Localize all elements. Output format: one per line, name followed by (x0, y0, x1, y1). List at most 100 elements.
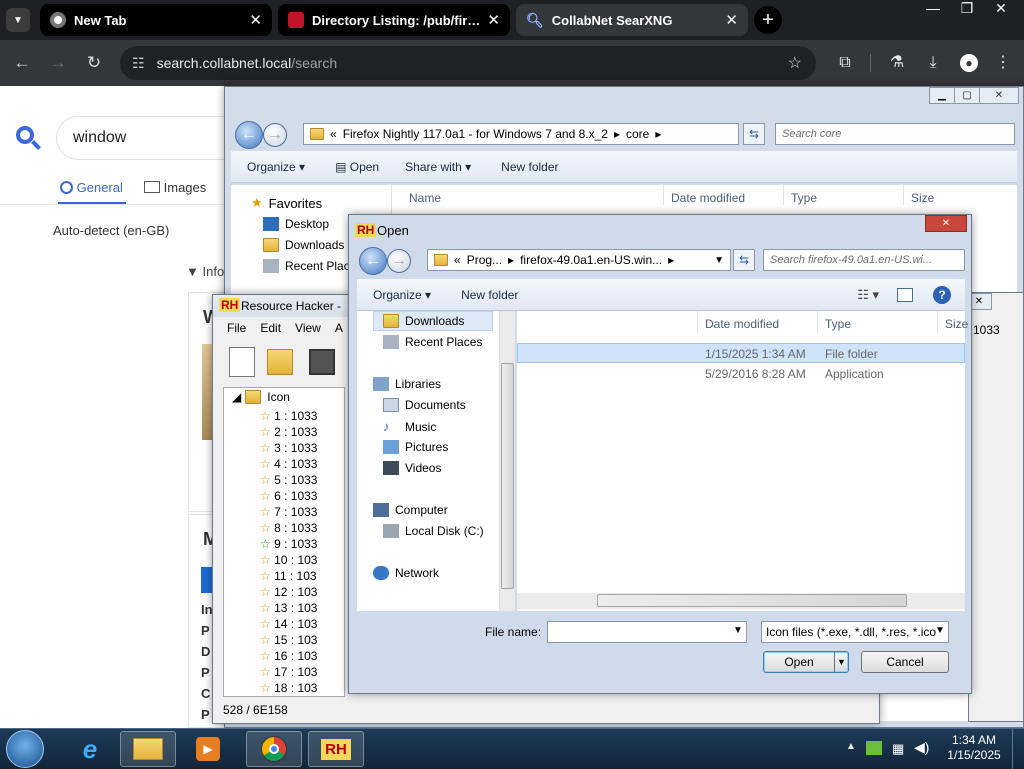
explorer-search-input[interactable]: Search core (775, 123, 1015, 145)
column-header-size[interactable]: Size (945, 317, 968, 331)
breadcrumb-item[interactable]: core (626, 127, 649, 141)
tab-new-tab[interactable]: New Tab ✕ (40, 4, 272, 36)
maximize-icon[interactable]: ❐ (950, 0, 984, 18)
file-name-input[interactable] (547, 621, 747, 643)
chevron-down-icon[interactable]: ▼ (935, 625, 945, 636)
person-icon[interactable]: ● (958, 52, 980, 74)
column-header-type[interactable]: Type (791, 191, 817, 205)
menu-file[interactable]: File (227, 321, 246, 335)
kebab-icon[interactable]: ⋮ (992, 52, 1014, 74)
breadcrumb-item[interactable]: Prog... (467, 253, 502, 267)
tree-item[interactable]: ☆ 8 : 1033 (260, 520, 317, 536)
open-folder-icon[interactable] (267, 347, 295, 377)
nav-downloads[interactable]: Downloads (383, 314, 464, 328)
dialog-address-bar[interactable]: « Prog... ▸ firefox-49.0a1.en-US.win... … (427, 249, 731, 271)
file-list-hscrollbar[interactable] (517, 593, 965, 609)
file-explorer-icon[interactable] (120, 731, 176, 767)
chevron-down-icon[interactable]: ▼ (733, 625, 743, 636)
nav-videos[interactable]: Videos (383, 461, 441, 475)
tab-images[interactable]: Images (144, 180, 206, 195)
back-button[interactable]: ← (359, 247, 387, 275)
menu-view[interactable]: View (295, 321, 321, 335)
column-header-date[interactable]: Date modified (671, 191, 745, 205)
tree-item[interactable]: ☆ 1 : 1033 (260, 408, 317, 424)
forward-button[interactable]: → (387, 249, 411, 273)
nav-recent-places[interactable]: Recent Places (383, 335, 482, 349)
tree-item[interactable]: ☆ 5 : 1033 (260, 472, 317, 488)
column-header-name[interactable]: Name (409, 191, 441, 205)
save-icon[interactable] (309, 349, 335, 375)
tree-item[interactable]: ☆ 4 : 1033 (260, 456, 317, 472)
download-icon[interactable]: ⤓ (922, 52, 944, 74)
info-toggle[interactable]: ▼ Info (186, 264, 224, 279)
menu-more[interactable]: A (335, 321, 343, 335)
nav-pictures[interactable]: Pictures (383, 440, 448, 454)
close-icon[interactable]: ✕ (725, 11, 738, 29)
minimize-icon[interactable]: ▁ (929, 87, 955, 104)
back-button[interactable]: ← (235, 121, 263, 149)
reload-icon[interactable]: ↻ (84, 53, 104, 73)
tree-item[interactable]: ☆ 15 : 103 (260, 632, 317, 648)
search-icon[interactable] (16, 126, 42, 152)
start-orb-icon[interactable] (6, 730, 44, 768)
network-icon[interactable]: ▦ (892, 741, 904, 757)
breadcrumb-item[interactable]: firefox-49.0a1.en-US.win... (520, 253, 662, 267)
tab-searxng[interactable]: 🔍︎ CollabNet SearXNG ✕ (516, 4, 748, 36)
column-header-type[interactable]: Type (825, 317, 851, 331)
tree-item[interactable]: ☆ 10 : 103 (260, 552, 317, 568)
new-folder-button[interactable]: New folder (501, 160, 558, 174)
nav-libraries[interactable]: Libraries (373, 377, 441, 391)
nav-computer[interactable]: Computer (373, 503, 448, 517)
minimize-icon[interactable]: — (916, 0, 950, 18)
tree-item[interactable]: ☆ 18 : 103 (260, 680, 317, 696)
close-icon[interactable]: ✕ (925, 215, 967, 232)
breadcrumb-item[interactable]: Firefox Nightly 117.0a1 - for Windows 7 … (343, 127, 608, 141)
tree-item[interactable]: ☆ 11 : 103 (260, 568, 317, 584)
forward-button[interactable]: → (263, 123, 287, 147)
breadcrumb-overflow[interactable]: « (330, 127, 337, 141)
show-desktop-button[interactable] (1012, 729, 1024, 769)
refresh-icon[interactable]: ⇆ (743, 123, 765, 145)
open-button[interactable]: ▤ Open (335, 160, 379, 174)
tune-icon[interactable]: ☷ (132, 55, 145, 72)
puzzle-icon[interactable]: ⧉ (834, 52, 856, 74)
column-header-size[interactable]: Size (911, 191, 934, 205)
tree-item[interactable]: ☆ 14 : 103 (260, 616, 317, 632)
table-row[interactable]: 1/15/2025 1:34 AM File folder (517, 343, 965, 363)
tab-directory-listing[interactable]: Directory Listing: /pub/firefox ✕ (278, 4, 510, 36)
chrome-icon[interactable] (246, 731, 302, 767)
tree-item[interactable]: ☆ 13 : 103 (260, 600, 317, 616)
language-selector[interactable]: Auto-detect (en-GB) (53, 223, 169, 238)
resource-hacker-icon[interactable]: RH (308, 731, 364, 767)
nvidia-icon[interactable] (866, 741, 882, 755)
star-icon[interactable]: ☆ (788, 53, 802, 73)
preview-pane-icon[interactable] (897, 287, 913, 302)
nav-documents[interactable]: Documents (383, 398, 466, 412)
menu-edit[interactable]: Edit (260, 321, 281, 335)
column-header-date[interactable]: Date modified (705, 317, 779, 331)
tree-item[interactable]: ☆ 16 : 103 (260, 648, 317, 664)
flask-icon[interactable]: ⚗ (886, 52, 908, 74)
share-with-button[interactable]: Share with ▾ (405, 160, 471, 174)
chevron-down-icon[interactable]: ▼ (834, 652, 848, 672)
maximize-icon[interactable]: ▢ (954, 87, 980, 104)
tree-item[interactable]: ☆ 2 : 1033 (260, 424, 317, 440)
hscroll-thumb[interactable] (597, 594, 907, 607)
tab-general[interactable]: General (60, 180, 123, 195)
nav-favorites[interactable]: ★ Favorites (251, 195, 322, 211)
nav-downloads[interactable]: Downloads (263, 238, 344, 252)
nav-local-disk[interactable]: Local Disk (C:) (383, 524, 484, 538)
table-row[interactable]: 5/29/2016 8:28 AM Application (517, 364, 965, 384)
tree-item[interactable]: ☆ 3 : 1033 (260, 440, 317, 456)
chevron-up-icon[interactable]: ▲ (846, 741, 856, 752)
media-player-icon[interactable]: ▶ (180, 731, 236, 767)
arrow-left-icon[interactable]: ← (12, 53, 32, 73)
chevron-down-icon[interactable]: ▼ (714, 255, 724, 266)
tree-item[interactable]: ☆ 9 : 1033 (260, 536, 317, 552)
cancel-button[interactable]: Cancel (861, 651, 949, 673)
organize-button[interactable]: Organize ▾ (247, 160, 305, 174)
tree-item[interactable]: ☆ 17 : 103 (260, 664, 317, 680)
address-bar[interactable]: ☷ search.collabnet.local/search ☆ (120, 46, 816, 80)
dialog-search-input[interactable]: Search firefox-49.0a1.en-US.wi... (763, 249, 965, 271)
close-icon[interactable]: ✕ (487, 11, 500, 29)
